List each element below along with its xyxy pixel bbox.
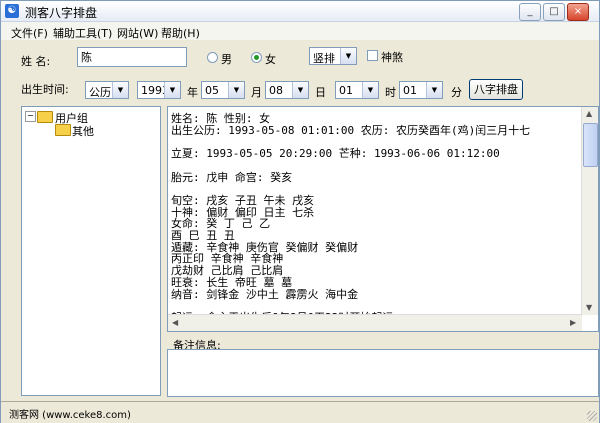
result-line: 立夏: 1993-05-05 20:29:00 芒种: 1993-06-06 0…: [171, 147, 500, 161]
minimize-button[interactable]: _: [519, 3, 541, 21]
app-window: ☯ 测客八字排盘 _ □ × 文件(F) 辅助工具(T) 网站(W) 帮助(H)…: [0, 0, 600, 423]
bazi-submit-button[interactable]: 八字排盘: [469, 79, 523, 100]
layout-select[interactable]: 竖排 ▼: [309, 47, 357, 65]
hour-value: 01: [339, 84, 353, 97]
day-select[interactable]: 08 ▼: [265, 81, 309, 99]
chevron-down-icon: ▼: [426, 82, 442, 98]
minute-select[interactable]: 01 ▼: [399, 81, 443, 99]
birth-time-label: 出生时间:: [21, 83, 69, 96]
scroll-right-icon[interactable]: ▶: [570, 318, 576, 327]
scroll-thumb[interactable]: [583, 123, 598, 167]
hour-select[interactable]: 01 ▼: [335, 81, 379, 99]
menu-file[interactable]: 文件(F): [11, 25, 48, 41]
tree-collapse-icon[interactable]: −: [25, 111, 36, 122]
female-radio[interactable]: [251, 52, 262, 63]
calendar-value: 公历: [89, 86, 111, 99]
chevron-down-icon: ▼: [292, 82, 308, 98]
hour-unit-label: 时: [385, 86, 396, 99]
shensha-checkbox[interactable]: [367, 50, 378, 61]
month-value: 05: [205, 84, 219, 97]
menu-help[interactable]: 帮助(H): [161, 25, 200, 41]
chevron-down-icon: ▼: [362, 82, 378, 98]
app-icon: ☯: [5, 4, 19, 18]
chevron-down-icon: ▼: [340, 48, 356, 64]
menu-bar: 文件(F) 辅助工具(T) 网站(W) 帮助(H): [1, 22, 599, 40]
year-unit-label: 年: [187, 86, 198, 99]
result-line: 胎元: 戊申 命宫: 癸亥: [171, 170, 293, 184]
chevron-down-icon: ▼: [112, 82, 128, 98]
maximize-button[interactable]: □: [543, 3, 565, 21]
year-select[interactable]: 1993 ▼: [137, 81, 181, 99]
shensha-label: 神煞: [381, 51, 403, 64]
chevron-down-icon: ▼: [164, 82, 180, 98]
layout-value: 竖排: [313, 52, 335, 65]
result-vertical-scrollbar[interactable]: ▲ ▼: [581, 107, 598, 315]
scroll-up-icon[interactable]: ▲: [586, 109, 592, 118]
name-input[interactable]: 陈: [77, 47, 187, 67]
menu-website[interactable]: 网站(W): [117, 25, 158, 41]
calendar-select[interactable]: 公历 ▼: [85, 81, 129, 99]
notes-textarea[interactable]: [167, 349, 599, 397]
male-label: 男: [221, 53, 232, 66]
day-unit-label: 日: [315, 86, 326, 99]
female-label: 女: [265, 53, 276, 66]
month-select[interactable]: 05 ▼: [201, 81, 245, 99]
scroll-left-icon[interactable]: ◀: [172, 318, 178, 327]
menu-tools[interactable]: 辅助工具(T): [53, 25, 112, 41]
user-group-tree[interactable]: − 用户组 其他: [21, 106, 161, 396]
day-value: 08: [269, 84, 283, 97]
window-title: 测客八字排盘: [25, 6, 98, 20]
month-unit-label: 月: [251, 86, 262, 99]
bazi-result-panel[interactable]: 起运: 命主于出生后9年8月0天22时开始起运纳音: 剑锋金 沙中土 霹雳火 海…: [167, 106, 599, 332]
title-bar[interactable]: ☯ 测客八字排盘 _ □ ×: [1, 1, 599, 22]
minute-unit-label: 分: [451, 86, 462, 99]
folder-icon: [55, 124, 71, 136]
result-horizontal-scrollbar[interactable]: ◀ ▶: [168, 314, 582, 331]
chevron-down-icon: ▼: [228, 82, 244, 98]
resize-grip-icon[interactable]: [587, 411, 597, 421]
minute-value: 01: [403, 84, 417, 97]
male-radio[interactable]: [207, 52, 218, 63]
close-button[interactable]: ×: [567, 3, 589, 21]
status-text: 测客网 (www.ceke8.com): [9, 410, 131, 421]
folder-open-icon: [37, 111, 53, 123]
result-line: 旬空: 戌亥 子丑 午未 戌亥: [171, 193, 315, 207]
status-bar: 测客网 (www.ceke8.com): [1, 401, 599, 423]
result-line: 姓名: 陈 性别: 女: [171, 112, 271, 125]
tree-item-other[interactable]: 其他: [72, 123, 94, 139]
scroll-down-icon[interactable]: ▼: [586, 303, 592, 312]
name-label: 姓 名:: [21, 55, 51, 68]
